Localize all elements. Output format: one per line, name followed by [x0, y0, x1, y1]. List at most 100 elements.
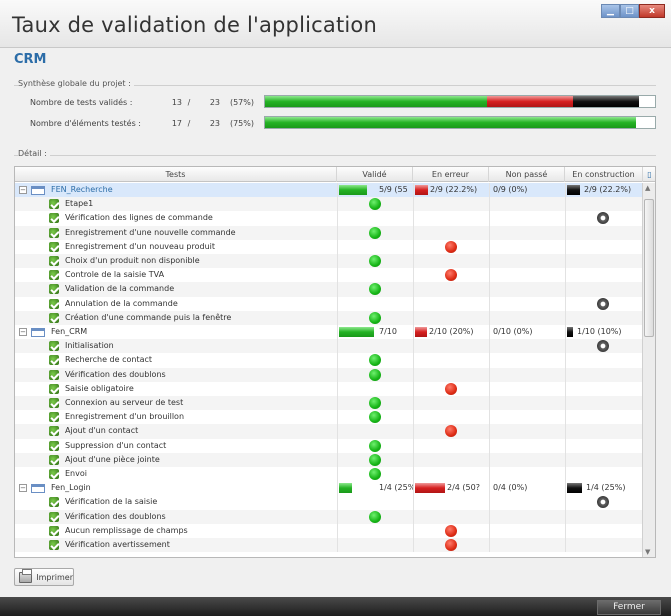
validated-status-icon	[369, 354, 381, 367]
footer-bar	[0, 597, 671, 616]
construction-gear-icon	[597, 297, 609, 310]
window-icon	[31, 328, 45, 337]
validated-minibar	[339, 185, 367, 195]
test-name: Enregistrement d'un nouveau produit	[65, 241, 216, 251]
table-row[interactable]: Création d'une commande puis la fenêtre	[15, 310, 643, 325]
table-row[interactable]: Etape1	[15, 197, 643, 212]
test-scenario-icon	[49, 355, 59, 366]
project-name: CRM	[14, 52, 47, 67]
test-name: Vérification des doublons	[65, 369, 166, 379]
test-name: Aucun remplissage de champs	[65, 525, 188, 535]
synthesis-row-total: 23	[209, 118, 220, 128]
test-name: Vérification de la saisie	[65, 497, 158, 507]
table-row[interactable]: Ajout d'un contact	[15, 424, 643, 439]
collapse-icon[interactable]: −	[19, 328, 27, 336]
header-validated[interactable]: Validé	[337, 167, 413, 182]
table-row[interactable]: Controle de la saisie TVA	[15, 268, 643, 282]
test-scenario-icon	[49, 284, 59, 295]
test-scenario-icon	[49, 241, 59, 252]
validated-segment	[265, 117, 636, 128]
table-row[interactable]: Choix d'un produit non disponible	[15, 254, 643, 269]
construction-gear-icon	[597, 212, 609, 225]
close-button[interactable]: Fermer	[597, 600, 661, 615]
detail-table: Tests Validé En erreur Non passé En cons…	[14, 166, 656, 558]
table-row[interactable]: Vérification de la saisie	[15, 495, 643, 509]
test-name: Vérification des doublons	[65, 511, 166, 521]
group-row[interactable]: − Fen_CRM 7/10 2/10 (20%) 0/10 (0%) 1/10 (10%…	[15, 325, 643, 340]
table-row[interactable]: Enregistrement d'une nouvelle commande	[15, 225, 643, 240]
table-row[interactable]: Vérification des doublons	[15, 509, 643, 524]
test-name: Recherche de contact	[65, 355, 153, 365]
group-row[interactable]: − FEN_Recherche 5/9 (55 2/9 (22.2%) 0/9 (0%)…	[15, 183, 643, 198]
header-not-passed[interactable]: Non passé	[489, 167, 565, 182]
collapse-icon[interactable]: −	[19, 484, 27, 493]
table-row[interactable]: Suppression d'un contact	[15, 439, 643, 453]
validated-status-icon	[369, 411, 381, 424]
test-name: Etape1	[65, 199, 94, 209]
test-name: Enregistrement d'un brouillon	[65, 412, 185, 422]
error-status-icon	[445, 382, 457, 395]
column-separator	[413, 183, 414, 553]
column-separator	[337, 183, 338, 553]
validated-status-icon	[369, 510, 381, 523]
construction-value: 2/9 (22.2%)	[584, 185, 632, 194]
test-scenario-icon	[49, 511, 59, 522]
header-tests[interactable]: Tests	[15, 167, 337, 182]
printer-icon	[19, 568, 33, 583]
test-scenario-icon	[49, 398, 59, 408]
error-status-icon	[445, 240, 457, 253]
validated-value: 1/4 (25%)	[379, 483, 413, 493]
table-row[interactable]: Recherche de contact	[15, 353, 643, 367]
construction-value: 1/10 (10%)	[577, 327, 622, 336]
validated-value: 5/9 (55	[379, 185, 408, 194]
table-row[interactable]: Enregistrement d'un brouillon	[15, 410, 643, 424]
synthesis-label: Synthèse globale du projet :	[18, 79, 134, 88]
validated-status-icon	[369, 226, 381, 239]
synthesis-row-label: Nombre de tests validés :	[30, 97, 133, 107]
table-row[interactable]: Saisie obligatoire	[15, 382, 643, 396]
table-row[interactable]: Validation de la commande	[15, 282, 643, 297]
scroll-up-icon[interactable]: ▲	[645, 184, 650, 192]
test-scenario-icon	[49, 497, 59, 508]
test-name: Controle de la saisie TVA	[65, 270, 165, 280]
maximize-button[interactable]: □	[620, 4, 639, 18]
table-row[interactable]: Vérification des lignes de commande	[15, 211, 643, 225]
print-button[interactable]: Imprimer	[14, 568, 74, 586]
test-scenario-icon	[49, 540, 59, 550]
error-status-icon	[445, 524, 457, 537]
window-controls: ▁ □ x	[601, 4, 665, 18]
test-scenario-icon	[49, 525, 59, 536]
table-row[interactable]: Initialisation	[15, 339, 643, 354]
tested-progress-bar	[264, 116, 656, 129]
error-minibar	[415, 185, 428, 195]
error-minibar	[415, 483, 445, 494]
table-row[interactable]: Annulation de la commande	[15, 297, 643, 311]
test-name: Création d'une commande puis la fenêtre	[65, 312, 232, 322]
column-separator	[489, 183, 490, 553]
minimize-button[interactable]: ▁	[601, 4, 620, 18]
table-row[interactable]: Connexion au serveur de test	[15, 396, 643, 411]
validated-status-icon	[369, 453, 381, 466]
validated-status-icon	[369, 255, 381, 267]
error-minibar	[415, 327, 427, 337]
group-name: Fen_Login	[51, 483, 91, 493]
column-chooser-icon[interactable]: ▯	[643, 167, 655, 182]
table-row[interactable]: Vérification des doublons	[15, 367, 643, 382]
table-row[interactable]: Aucun remplissage de champs	[15, 524, 643, 538]
table-row[interactable]: Envoi	[15, 467, 643, 481]
group-row[interactable]: −Fen_Login1/4 (25%)2/4 (50?0/4 (0%)1/4 (…	[15, 481, 643, 496]
group-name: Fen_CRM	[51, 327, 88, 336]
collapse-icon[interactable]: −	[19, 186, 27, 194]
scroll-thumb[interactable]	[644, 199, 654, 337]
header-error[interactable]: En erreur	[413, 167, 489, 182]
table-row[interactable]: Enregistrement d'un nouveau produit	[15, 240, 643, 254]
vertical-scrollbar[interactable]: ▲ ▼	[642, 183, 655, 557]
window-title: Taux de validation de l'application	[12, 13, 377, 37]
header-construction[interactable]: En construction	[565, 167, 643, 182]
validated-progress-bar	[264, 95, 656, 108]
table-row[interactable]: Ajout d'une pièce jointe	[15, 452, 643, 467]
scroll-down-icon[interactable]: ▼	[645, 548, 650, 556]
close-window-button[interactable]: x	[639, 4, 665, 18]
synthesis-row-sep: /	[187, 97, 191, 107]
table-row[interactable]: Vérification avertissement	[15, 538, 643, 553]
